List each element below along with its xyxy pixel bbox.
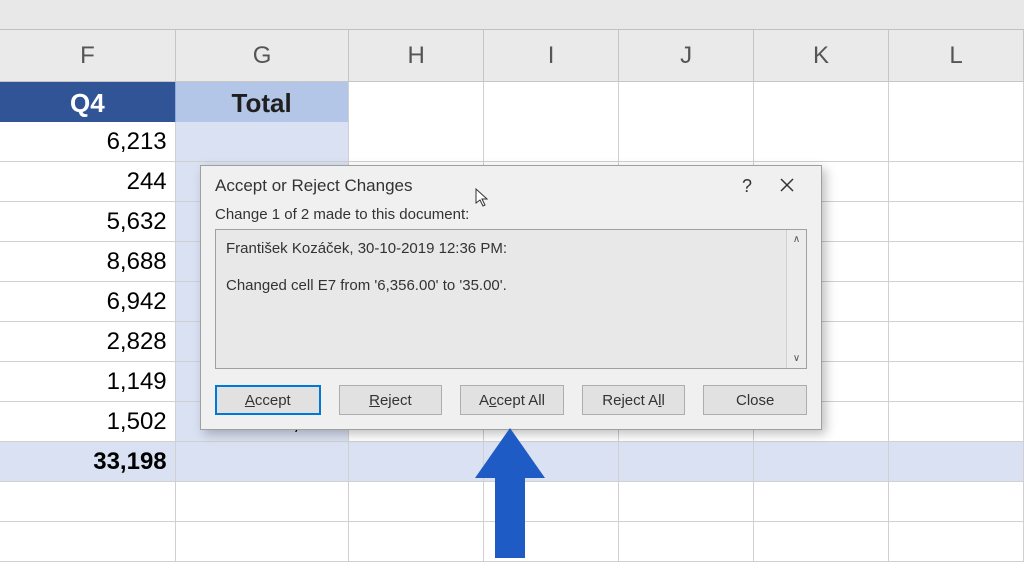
cell[interactable] [176, 442, 349, 482]
cell[interactable] [176, 482, 349, 522]
cell[interactable] [484, 122, 619, 162]
col-header-i[interactable]: I [484, 30, 619, 81]
pointer-arrow-icon [475, 428, 545, 558]
cell[interactable]: 5,632 [0, 202, 176, 242]
cell[interactable]: 244 [0, 162, 176, 202]
cell[interactable] [889, 402, 1024, 442]
cell[interactable] [349, 482, 484, 522]
cell[interactable] [889, 282, 1024, 322]
change-details-box: František Kozáček, 30-10-2019 12:36 PM: … [215, 229, 807, 369]
cell[interactable] [176, 522, 349, 562]
cell[interactable]: 6,942 [0, 282, 176, 322]
table-row: 6,213 [0, 122, 1024, 162]
change-counter-label: Change 1 of 2 made to this document: [215, 206, 807, 223]
cell[interactable] [889, 522, 1024, 562]
cell[interactable] [619, 522, 754, 562]
reject-all-button[interactable]: Reject All [582, 385, 686, 415]
cell[interactable] [349, 442, 484, 482]
col-header-h[interactable]: H [349, 30, 484, 81]
reject-button[interactable]: Reject [339, 385, 443, 415]
cell[interactable] [754, 522, 889, 562]
cell[interactable] [349, 82, 484, 126]
cell[interactable] [754, 122, 889, 162]
cell[interactable] [889, 362, 1024, 402]
scrollbar[interactable]: ∧ ∨ [786, 230, 806, 368]
cell[interactable] [889, 202, 1024, 242]
accept-all-button[interactable]: Accept All [460, 385, 564, 415]
close-button[interactable]: Close [703, 385, 807, 415]
col-header-g[interactable]: G [176, 30, 349, 81]
cell[interactable] [619, 122, 754, 162]
cell[interactable]: Total [176, 82, 349, 126]
cell[interactable] [889, 242, 1024, 282]
cell[interactable]: 1,149 [0, 362, 176, 402]
cell[interactable] [754, 482, 889, 522]
col-header-j[interactable]: J [619, 30, 754, 81]
col-header-f[interactable]: F [0, 30, 176, 81]
help-icon[interactable]: ? [727, 176, 767, 197]
dialog-titlebar[interactable]: Accept or Reject Changes ? [201, 166, 821, 206]
close-icon[interactable] [767, 176, 807, 197]
cell[interactable] [754, 82, 889, 126]
cell[interactable] [889, 322, 1024, 362]
cell[interactable] [889, 482, 1024, 522]
cell[interactable]: Q4 [0, 82, 176, 126]
cell[interactable] [889, 162, 1024, 202]
cell[interactable] [889, 82, 1024, 126]
cell[interactable]: 1,502 [0, 402, 176, 442]
cell[interactable] [349, 122, 484, 162]
cell[interactable] [619, 482, 754, 522]
cell[interactable]: 33,198 [0, 442, 176, 482]
cursor-icon [475, 188, 491, 213]
accept-button[interactable]: Accept [215, 385, 321, 415]
scroll-up-icon[interactable]: ∧ [793, 234, 800, 245]
col-header-l[interactable]: L [889, 30, 1024, 81]
change-author: František Kozáček, 30-10-2019 12:36 PM: [226, 238, 776, 261]
cell[interactable] [754, 442, 889, 482]
cell[interactable] [619, 82, 754, 126]
cell[interactable] [484, 82, 619, 126]
scroll-down-icon[interactable]: ∨ [793, 353, 800, 364]
cell[interactable]: 6,213 [0, 122, 176, 162]
cell[interactable]: 2,828 [0, 322, 176, 362]
toolbar-area [0, 0, 1024, 30]
accept-reject-dialog: Accept or Reject Changes ? Change 1 of 2… [200, 165, 822, 430]
cell[interactable] [889, 122, 1024, 162]
change-description: Changed cell E7 from '6,356.00' to '35.0… [226, 275, 776, 298]
column-headers: FGHIJKL [0, 30, 1024, 82]
cell[interactable] [176, 122, 349, 162]
cell[interactable] [0, 482, 176, 522]
cell[interactable]: 8,688 [0, 242, 176, 282]
dialog-title-text: Accept or Reject Changes [215, 176, 727, 196]
col-header-k[interactable]: K [754, 30, 889, 81]
cell[interactable] [0, 522, 176, 562]
table-header-row: Q4Total [0, 82, 1024, 122]
cell[interactable] [349, 522, 484, 562]
cell[interactable] [889, 442, 1024, 482]
cell[interactable] [619, 442, 754, 482]
